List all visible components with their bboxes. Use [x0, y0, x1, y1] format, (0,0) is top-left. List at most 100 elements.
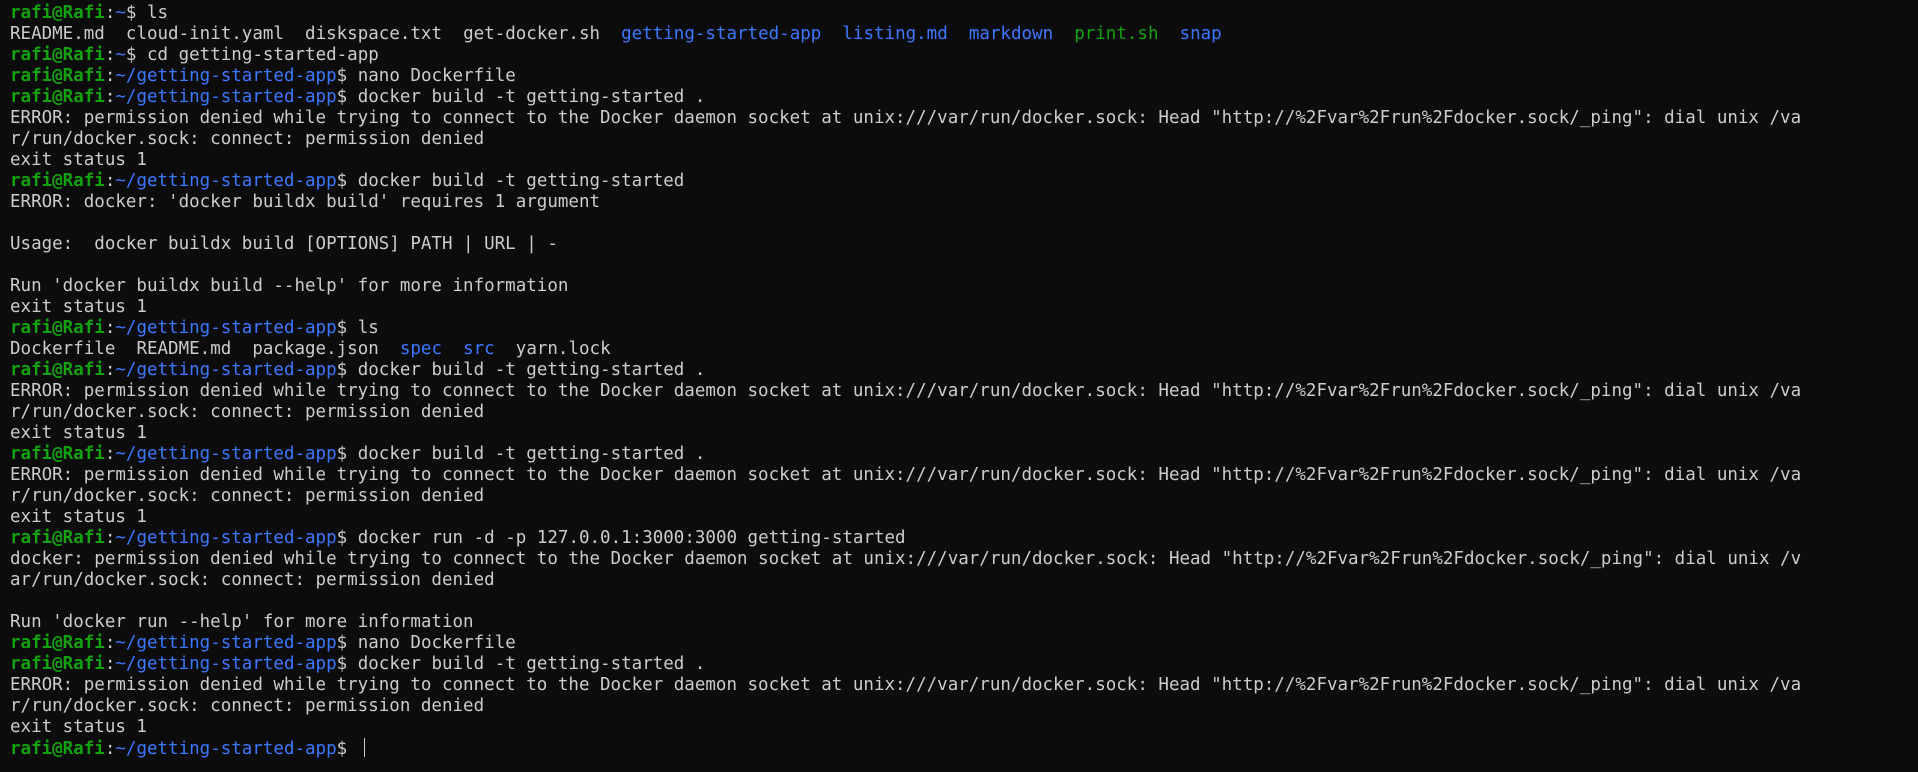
prompt-dollar: $ — [336, 633, 348, 653]
listing-file: Dockerfile — [10, 339, 116, 359]
prompt-path: ~/getting-started-app — [115, 444, 337, 464]
prompt-user-host: rafi@Rafi — [10, 318, 105, 338]
prompt-line: rafi@Rafi:~/getting-started-app$ nano Do… — [10, 633, 1908, 654]
output-line: r/run/docker.sock: connect: permission d… — [10, 696, 1908, 717]
command-text: ls — [136, 3, 169, 23]
prompt-separator: : — [104, 66, 116, 86]
prompt-dollar: $ — [125, 45, 137, 65]
prompt-separator: : — [104, 3, 116, 23]
command-text: nano Dockerfile — [347, 633, 516, 653]
listing-file: get-docker.sh — [463, 24, 601, 44]
terminal-window[interactable]: rafi@Rafi:~$ ls README.md cloud-init.yaml… — [0, 0, 1918, 772]
listing-executable: print.sh — [1074, 24, 1159, 44]
output-line: Usage: docker buildx build [OPTIONS] PAT… — [10, 234, 1908, 255]
command-text: docker build -t getting-started — [347, 171, 685, 191]
output-line: exit status 1 — [10, 150, 1908, 171]
output-line: ERROR: permission denied while trying to… — [10, 108, 1908, 129]
prompt-dollar: $ — [125, 3, 137, 23]
prompt-path: ~ — [115, 3, 126, 23]
prompt-separator: : — [104, 171, 116, 191]
prompt-separator: : — [104, 360, 116, 380]
prompt-path: ~/getting-started-app — [115, 739, 337, 759]
output-text: docker: permission denied while trying t… — [10, 549, 1802, 569]
prompt-user-host: rafi@Rafi — [10, 360, 105, 380]
prompt-dollar: $ — [336, 87, 348, 107]
output-line: r/run/docker.sock: connect: permission d… — [10, 129, 1908, 150]
output-text: exit status 1 — [10, 297, 147, 317]
output-text: ERROR: permission denied while trying to… — [10, 675, 1802, 695]
output-line: r/run/docker.sock: connect: permission d… — [10, 486, 1908, 507]
prompt-line: rafi@Rafi:~/getting-started-app$ docker … — [10, 171, 1908, 192]
command-text: ls — [347, 318, 379, 338]
output-line: docker: permission denied while trying t… — [10, 549, 1908, 570]
prompt-path: ~/getting-started-app — [115, 654, 337, 674]
prompt-dollar: $ — [336, 360, 348, 380]
prompt-user-host: rafi@Rafi — [10, 633, 105, 653]
command-text: cd getting-started-app — [136, 45, 379, 65]
prompt-dollar: $ — [336, 66, 348, 86]
output-text: ERROR: permission denied while trying to… — [10, 381, 1802, 401]
prompt-path: ~/getting-started-app — [115, 633, 337, 653]
prompt-dollar: $ — [336, 318, 348, 338]
output-text: Usage: docker buildx build [OPTIONS] PAT… — [10, 234, 558, 254]
prompt-user-host: rafi@Rafi — [10, 528, 105, 548]
output-text: r/run/docker.sock: connect: permission d… — [10, 696, 485, 716]
prompt-line: rafi@Rafi:~$ ls — [10, 3, 1908, 24]
listing-directory: snap — [1179, 24, 1222, 44]
text-cursor[interactable] — [363, 738, 365, 757]
prompt-user-host: rafi@Rafi — [10, 739, 105, 759]
prompt-line: rafi@Rafi:~/getting-started-app$ docker … — [10, 87, 1908, 108]
prompt-path: ~/getting-started-app — [115, 318, 337, 338]
directory-listing: Dockerfile README.md package.json spec s… — [10, 339, 1908, 360]
listing-directory: getting-started-app — [621, 24, 822, 44]
prompt-user-host: rafi@Rafi — [10, 171, 105, 191]
prompt-path: ~/getting-started-app — [115, 171, 337, 191]
prompt-separator: : — [104, 45, 116, 65]
prompt-dollar: $ — [336, 171, 348, 191]
command-text: docker build -t getting-started . — [347, 654, 706, 674]
prompt-separator: : — [104, 318, 116, 338]
output-text: r/run/docker.sock: connect: permission d… — [10, 486, 485, 506]
output-line: ERROR: docker: 'docker buildx build' req… — [10, 192, 1908, 213]
output-text: Run 'docker buildx build --help' for mor… — [10, 276, 569, 296]
active-prompt-line: rafi@Rafi:~/getting-started-app$ — [10, 738, 1908, 759]
command-text — [347, 739, 358, 759]
command-text: docker build -t getting-started . — [347, 360, 706, 380]
output-line: Run 'docker buildx build --help' for mor… — [10, 276, 1908, 297]
prompt-dollar: $ — [336, 654, 348, 674]
output-text: Run 'docker run --help' for more informa… — [10, 612, 474, 632]
output-line: exit status 1 — [10, 717, 1908, 738]
command-text: docker run -d -p 127.0.0.1:3000:3000 get… — [347, 528, 906, 548]
output-text: ERROR: permission denied while trying to… — [10, 465, 1802, 485]
listing-file: cloud-init.yaml — [125, 24, 284, 44]
output-line: exit status 1 — [10, 423, 1908, 444]
listing-file: diskspace.txt — [305, 24, 442, 44]
output-line: Run 'docker run --help' for more informa… — [10, 612, 1908, 633]
prompt-user-host: rafi@Rafi — [10, 3, 105, 23]
listing-directory: markdown — [968, 24, 1054, 44]
output-line: ar/run/docker.sock: connect: permission … — [10, 570, 1908, 591]
prompt-path: ~/getting-started-app — [115, 360, 337, 380]
prompt-path: ~/getting-started-app — [115, 528, 337, 548]
directory-listing: README.md cloud-init.yaml diskspace.txt … — [10, 24, 1908, 45]
prompt-user-host: rafi@Rafi — [10, 66, 105, 86]
prompt-separator: : — [104, 87, 116, 107]
prompt-separator: : — [104, 654, 116, 674]
prompt-user-host: rafi@Rafi — [10, 87, 105, 107]
prompt-separator: : — [104, 528, 116, 548]
prompt-line: rafi@Rafi:~/getting-started-app$ nano Do… — [10, 66, 1908, 87]
listing-directory: listing.md — [842, 24, 948, 44]
listing-file: yarn.lock — [515, 339, 611, 359]
output-text: exit status 1 — [10, 507, 147, 527]
output-text: exit status 1 — [10, 717, 147, 737]
prompt-line: rafi@Rafi:~/getting-started-app$ docker … — [10, 528, 1908, 549]
output-text: exit status 1 — [10, 150, 147, 170]
prompt-path: ~/getting-started-app — [115, 66, 337, 86]
prompt-dollar: $ — [336, 739, 348, 759]
prompt-user-host: rafi@Rafi — [10, 654, 105, 674]
output-text: r/run/docker.sock: connect: permission d… — [10, 129, 485, 149]
output-text: exit status 1 — [10, 423, 147, 443]
prompt-dollar: $ — [336, 444, 348, 464]
